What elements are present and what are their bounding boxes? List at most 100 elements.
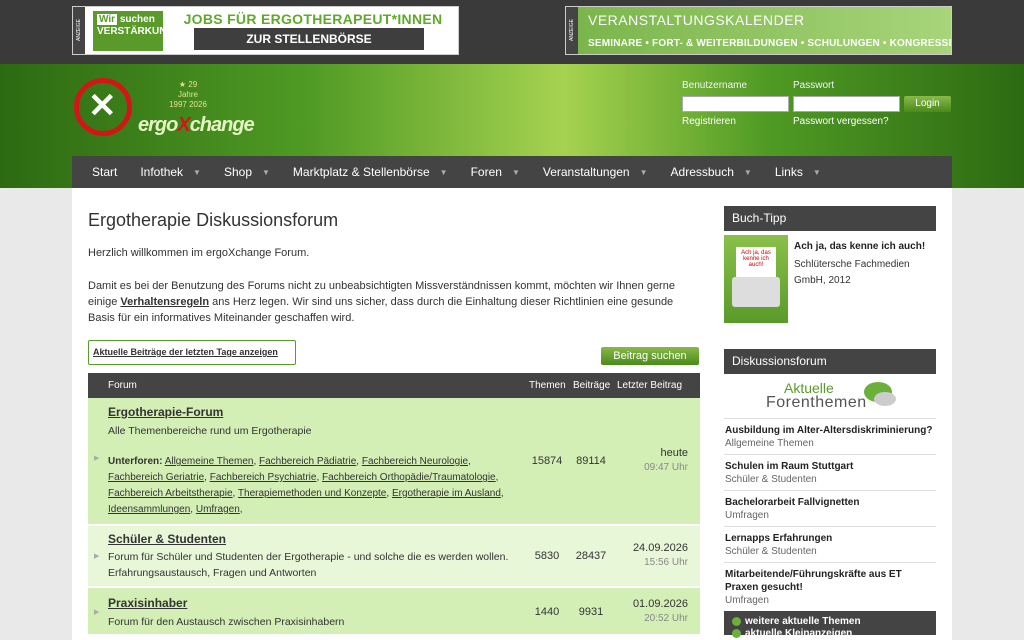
site-logo[interactable]: ✕ ★ 29 Jahre 1997 2026 ergoXchange: [74, 78, 264, 140]
ad-label: ANZEIGE: [566, 7, 578, 54]
last-post-date: 01.09.2026: [632, 598, 688, 610]
post-count: 28437: [575, 550, 607, 562]
last-post-time: 20:52 Uhr: [644, 613, 688, 624]
welcome-text: Herzlich willkommen im ergoXchange Forum…: [88, 247, 310, 259]
last-post-time: 09:47 Uhr: [644, 462, 688, 473]
login-button[interactable]: Login: [904, 96, 951, 112]
col-forum: Forum: [108, 380, 137, 391]
row-arrow-icon: ▶: [94, 609, 100, 616]
topic-item[interactable]: Schulen im Raum Stuttgart Schüler & Stud…: [724, 454, 936, 490]
rules-link[interactable]: Verhaltensregeln: [120, 296, 209, 308]
forum-title-link[interactable]: Praxisinhaber: [108, 596, 187, 610]
forum-title-link[interactable]: Ergotherapie-Forum: [108, 405, 223, 419]
row-arrow-icon: ▶: [94, 553, 100, 560]
table-row: ▶ Ergotherapie-Forum Alle Themenbereiche…: [88, 398, 700, 526]
forum-widget-heading: Diskussionsforum: [724, 349, 936, 374]
ad-logo: Wir suchen VERSTÄRKUNG: [93, 11, 174, 51]
topic-item[interactable]: Bachelorarbeit Fallvignetten Umfragen: [724, 490, 936, 526]
topic-item[interactable]: Ausbildung im Alter-Altersdiskriminierun…: [724, 418, 936, 454]
nav-adressbuch[interactable]: Adressbuch ▼: [671, 165, 752, 179]
jubilee-badge: ★ 29 Jahre 1997 2026: [169, 80, 207, 109]
bullet-icon: [732, 628, 741, 638]
forum-title-link[interactable]: Schüler & Studenten: [108, 532, 226, 546]
chevron-down-icon: ▼: [743, 167, 752, 177]
ad-headline: JOBS FÜR ERGOTHERAPEUT*INNEN: [183, 11, 443, 27]
post-count: 89114: [576, 455, 606, 467]
book-tip[interactable]: Ach ja, das kenne ich auch! Ach ja, das …: [724, 231, 936, 325]
nav-shop[interactable]: Shop ▼: [224, 165, 270, 179]
ad-title: VERANSTALTUNGSKALENDER: [588, 12, 805, 28]
event-calendar-ad-banner[interactable]: ANZEIGE VERANSTALTUNGSKALENDER SEMINARE …: [565, 6, 952, 55]
chevron-down-icon: ▼: [812, 167, 821, 177]
col-topics: Themen: [529, 380, 566, 391]
forum-description: Forum für Schüler und Studenten der Ergo…: [108, 551, 509, 579]
search-posts-button[interactable]: Beitrag suchen: [601, 347, 699, 365]
book-cover-text: Ach ja, das kenne ich auch!: [736, 247, 776, 277]
topic-count: 1440: [534, 606, 560, 618]
last-post-time: 15:56 Uhr: [644, 557, 688, 568]
forum-description: Forum für den Austausch zwischen Praxisi…: [108, 616, 345, 628]
topic-item[interactable]: Mitarbeitende/Führungskräfte aus ET Prax…: [724, 562, 936, 611]
register-link[interactable]: Registrieren: [682, 116, 736, 127]
logo-wordmark: ergoXchange: [138, 114, 255, 136]
book-publisher: Schlütersche Fachmedien GmbH, 2012: [794, 259, 910, 286]
logo-figure-icon: ✕: [88, 87, 117, 125]
intro-text: Damit es bei der Benutzung des Forums ni…: [88, 280, 675, 324]
topic-count: 5830: [534, 550, 560, 562]
subforum-link[interactable]: Fachbereich Orthopädie/Traumatologie: [322, 472, 496, 483]
classifieds-link[interactable]: aktuelle Kleinanzeigen: [732, 628, 936, 640]
subforum-link[interactable]: Ergotherapie im Ausland: [392, 488, 501, 499]
subforum-link[interactable]: Allgemeine Themen: [165, 456, 254, 467]
chevron-down-icon: ▼: [193, 167, 201, 177]
subforum-link[interactable]: Umfragen: [196, 504, 240, 515]
subforum-link[interactable]: Therapiemethoden und Konzepte: [238, 488, 386, 499]
subforum-link[interactable]: Fachbereich Neurologie: [362, 456, 468, 467]
col-last-post: Letzter Beitrag: [617, 380, 683, 391]
recent-posts-link[interactable]: Aktuelle Beiträge der letzten Tage anzei…: [88, 340, 296, 365]
subforum-link[interactable]: Fachbereich Arbeitstherapie: [108, 488, 233, 499]
subforum-link[interactable]: Ideensammlungen: [108, 504, 190, 515]
username-input[interactable]: [682, 96, 789, 112]
subforum-list: Unterforen: Allgemeine Themen, Fachberei…: [108, 456, 504, 515]
password-label: Passwort: [793, 80, 835, 91]
typewriter-icon: [732, 277, 780, 307]
bullet-icon: [732, 616, 741, 626]
nav-links[interactable]: Links ▼: [775, 165, 821, 179]
nav-foren[interactable]: Foren ▼: [471, 165, 520, 179]
speech-bubble-icon: [874, 392, 896, 406]
more-links-bar: weitere aktuelle Themen aktuelle Kleinan…: [724, 611, 936, 639]
nav-start[interactable]: Start: [92, 165, 117, 179]
main-area: Ergotherapie Diskussionsforum Herzlich w…: [72, 188, 952, 640]
book-cover-image[interactable]: Ach ja, das kenne ich auch!: [724, 235, 788, 323]
top-ad-bar: ANZEIGE Wir suchen VERSTÄRKUNG JOBS FÜR …: [0, 0, 1024, 64]
chevron-down-icon: ▼: [639, 167, 648, 177]
book-title: Ach ja, das kenne ich auch!: [794, 241, 926, 252]
more-topics-link[interactable]: weitere aktuelle Themen: [732, 616, 936, 628]
chevron-down-icon: ▼: [262, 167, 270, 177]
post-count: 9931: [578, 606, 604, 618]
topic-item[interactable]: Lernapps Erfahrungen Schüler & Studenten: [724, 526, 936, 562]
login-form: Benutzername Passwort Login Registrieren…: [682, 80, 952, 140]
last-post-date: 24.09.2026: [632, 542, 688, 554]
row-arrow-icon: ▶: [94, 455, 100, 462]
nav-marktplatz[interactable]: Marktplatz & Stellenbörse ▼: [293, 165, 448, 179]
main-nav: Start Infothek ▼ Shop ▼ Marktplatz & Stell…: [72, 156, 952, 188]
subforum-link[interactable]: Fachbereich Geriatrie: [108, 472, 204, 483]
chevron-down-icon: ▼: [439, 167, 448, 177]
forgot-password-link[interactable]: Passwort vergessen?: [793, 116, 889, 127]
current-topics-logo: Aktuelle Forenthemen: [724, 374, 936, 418]
nav-veranstaltungen[interactable]: Veranstaltungen ▼: [543, 165, 648, 179]
password-input[interactable]: [793, 96, 900, 112]
subforum-link[interactable]: Fachbereich Psychiatrie: [210, 472, 317, 483]
forum-table: Forum Themen Beiträge Letzter Beitrag ▶ …: [88, 373, 700, 636]
stellenboerse-button[interactable]: ZUR STELLENBÖRSE: [194, 28, 424, 50]
chevron-down-icon: ▼: [511, 167, 520, 177]
page-title: Ergotherapie Diskussionsforum: [88, 210, 339, 230]
subforum-link[interactable]: Fachbereich Pädiatrie: [259, 456, 356, 467]
username-label: Benutzername: [682, 80, 748, 91]
table-row: ▶ Praxisinhaber Forum für den Austausch …: [88, 588, 700, 636]
nav-infothek[interactable]: Infothek ▼: [140, 165, 201, 179]
ad-label: ANZEIGE: [73, 7, 85, 54]
forum-description: Alle Themenbereiche rund um Ergotherapie: [108, 425, 312, 437]
jobs-ad-banner[interactable]: ANZEIGE Wir suchen VERSTÄRKUNG JOBS FÜR …: [72, 6, 459, 55]
